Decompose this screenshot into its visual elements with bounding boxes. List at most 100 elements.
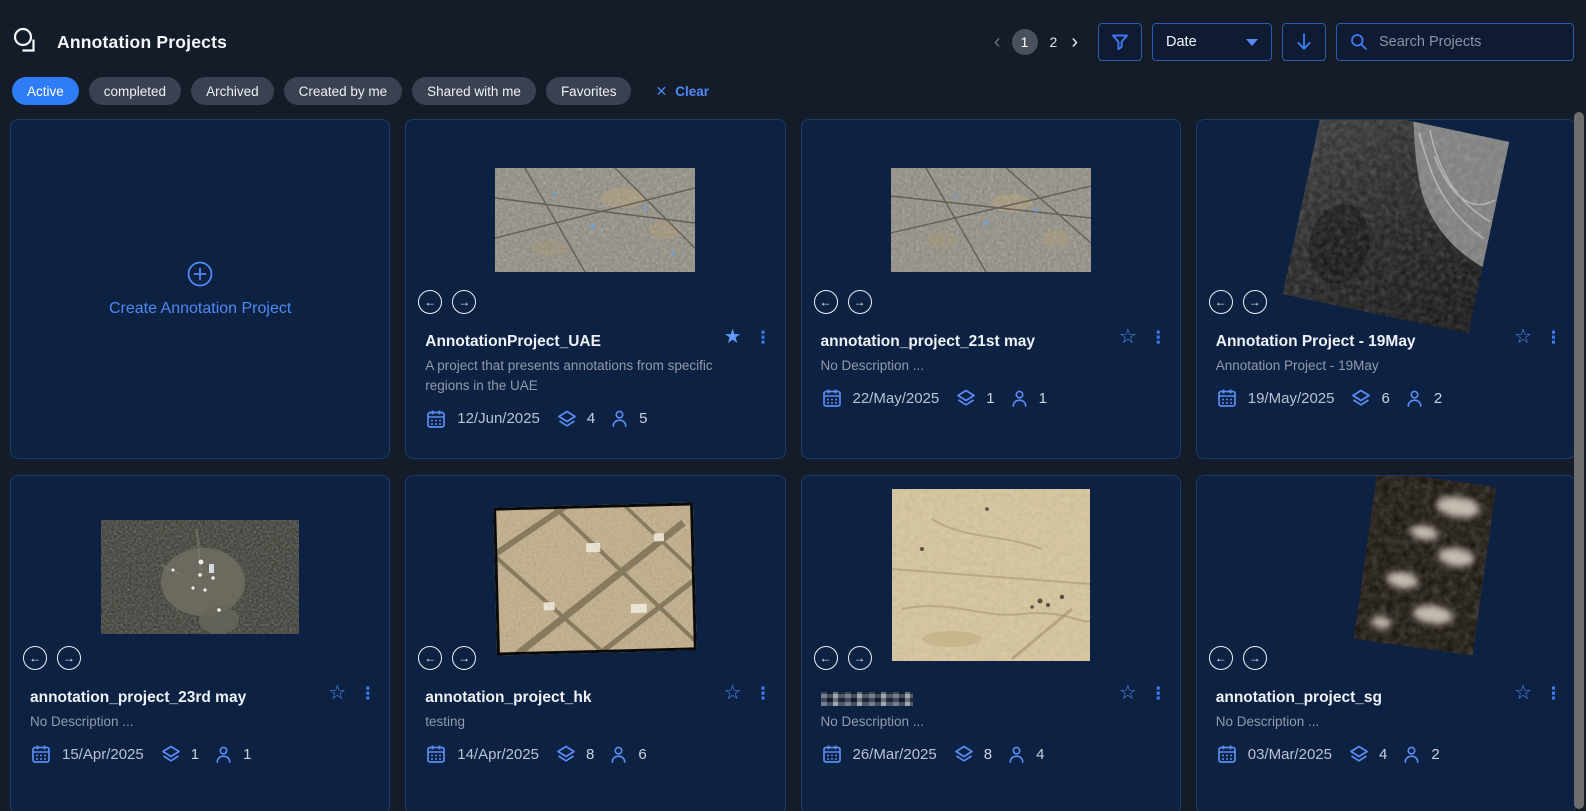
prev-image-button[interactable]: ←: [1209, 646, 1233, 670]
thumbnail-nav: ← →: [418, 646, 476, 670]
user-icon: [1009, 388, 1030, 409]
next-image-button[interactable]: →: [452, 290, 476, 314]
project-meta: 15/Apr/2025 1 1: [30, 743, 375, 765]
prev-image-button[interactable]: ←: [814, 646, 838, 670]
layers-icon: [953, 743, 975, 765]
scrollbar-track: [1572, 110, 1586, 811]
projects-grid: Create Annotation Project ← → ★ ⋮ Annota…: [0, 119, 1586, 811]
card-body: AnnotationProject_UAE A project that pre…: [425, 333, 770, 430]
layers-icon: [556, 408, 578, 430]
user-count: 1: [243, 746, 251, 763]
prev-image-button[interactable]: ←: [814, 290, 838, 314]
layer-count: 1: [986, 390, 994, 407]
project-description: A project that presents annotations from…: [425, 356, 735, 397]
project-meta: 14/Apr/2025 8 6: [425, 743, 770, 765]
project-description: testing: [425, 712, 735, 732]
project-card[interactable]: ← → ☆ ⋮ annotation_project_21st may No D…: [801, 119, 1181, 459]
calendar-icon: [821, 743, 843, 765]
project-date: 14/Apr/2025: [457, 746, 539, 763]
clear-filters-label: Clear: [675, 84, 709, 99]
filter-chip-bar: Active completed Archived Created by me …: [0, 77, 1586, 105]
project-title: annotation_project_21st may: [821, 333, 1121, 351]
sort-by-value: Date: [1166, 34, 1197, 50]
search-input[interactable]: [1379, 34, 1549, 50]
next-image-button[interactable]: →: [1243, 290, 1267, 314]
calendar-icon: [425, 408, 447, 430]
filter-button[interactable]: [1098, 23, 1142, 61]
next-image-button[interactable]: →: [848, 290, 872, 314]
chip-favorites[interactable]: Favorites: [546, 77, 632, 105]
chip-shared-with-me[interactable]: Shared with me: [412, 77, 536, 105]
project-title-redacted: [821, 692, 913, 706]
project-title: annotation_project_23rd may: [30, 689, 330, 707]
project-description: Annotation Project - 19May: [1216, 356, 1526, 376]
pagination-page-2[interactable]: 2: [1047, 34, 1061, 50]
project-thumbnail: [1354, 475, 1496, 656]
prev-image-button[interactable]: ←: [23, 646, 47, 670]
scrollbar-thumb[interactable]: [1574, 112, 1584, 809]
project-card[interactable]: ← → ☆ ⋮ No Description ... 26/Mar/2025: [801, 475, 1181, 811]
project-card[interactable]: ← → ★ ⋮ AnnotationProject_UAE A project …: [405, 119, 785, 459]
card-body: annotation_project_21st may No Descripti…: [821, 333, 1166, 409]
project-thumbnail: [1282, 119, 1509, 334]
calendar-icon: [1216, 743, 1238, 765]
arrow-down-icon: [1293, 31, 1315, 53]
clear-filters-button[interactable]: ✕ Clear: [655, 83, 709, 100]
annotation-projects-logo-icon: [12, 27, 45, 58]
calendar-icon: [30, 743, 52, 765]
project-thumbnail: [101, 520, 299, 634]
chip-created-by-me[interactable]: Created by me: [284, 77, 403, 105]
chevron-down-icon: [1246, 39, 1258, 46]
user-icon: [1404, 388, 1425, 409]
project-card[interactable]: ← → ☆ ⋮ annotation_project_23rd may No D…: [10, 475, 390, 811]
create-annotation-project-label: Create Annotation Project: [109, 300, 291, 318]
chip-completed[interactable]: completed: [89, 77, 181, 105]
card-body: annotation_project_hk testing 14/Apr/202…: [425, 689, 770, 765]
project-date: 03/Mar/2025: [1248, 746, 1332, 763]
sort-by-dropdown[interactable]: Date: [1152, 23, 1272, 61]
project-meta: 03/Mar/2025 4 2: [1216, 743, 1561, 765]
next-image-button[interactable]: →: [452, 646, 476, 670]
project-card[interactable]: ← → ☆ ⋮ Annotation Project - 19May Annot…: [1196, 119, 1576, 459]
layers-icon: [1348, 743, 1370, 765]
layer-count: 1: [191, 746, 199, 763]
pagination-page-1[interactable]: 1: [1012, 29, 1038, 55]
project-date: 22/May/2025: [853, 390, 940, 407]
chip-archived[interactable]: Archived: [191, 77, 274, 105]
project-meta: 12/Jun/2025 4 5: [425, 408, 770, 430]
thumbnail-nav: ← →: [23, 646, 81, 670]
sort-direction-button[interactable]: [1282, 23, 1326, 61]
create-annotation-project-card[interactable]: Create Annotation Project: [10, 119, 390, 459]
project-card[interactable]: ← → ☆ ⋮ annotation_project_hk testing 14…: [405, 475, 785, 811]
layers-icon: [555, 743, 577, 765]
project-thumbnail: [495, 168, 695, 272]
pagination-next-icon[interactable]: ›: [1069, 32, 1080, 52]
layer-count: 8: [586, 746, 594, 763]
layer-count: 4: [1379, 746, 1387, 763]
next-image-button[interactable]: →: [1243, 646, 1267, 670]
calendar-icon: [821, 387, 843, 409]
layer-count: 8: [984, 746, 992, 763]
thumbnail-nav: ← →: [1209, 646, 1267, 670]
user-count: 5: [639, 410, 647, 427]
project-date: 26/Mar/2025: [853, 746, 937, 763]
search-field[interactable]: [1336, 23, 1574, 61]
close-icon: ✕: [655, 83, 667, 100]
project-title: Annotation Project - 19May: [1216, 333, 1516, 351]
prev-image-button[interactable]: ←: [1209, 290, 1233, 314]
user-icon: [1006, 744, 1027, 765]
next-image-button[interactable]: →: [848, 646, 872, 670]
prev-image-button[interactable]: ←: [418, 646, 442, 670]
prev-image-button[interactable]: ←: [418, 290, 442, 314]
project-meta: 19/May/2025 6 2: [1216, 387, 1561, 409]
pagination-prev-icon[interactable]: ‹: [992, 32, 1003, 52]
card-body: annotation_project_sg No Description ...…: [1216, 689, 1561, 765]
next-image-button[interactable]: →: [57, 646, 81, 670]
project-title: annotation_project_sg: [1216, 689, 1516, 707]
chip-active[interactable]: Active: [12, 77, 79, 105]
card-body: No Description ... 26/Mar/2025 8: [821, 689, 1166, 765]
project-title: AnnotationProject_UAE: [425, 333, 725, 351]
user-count: 1: [1039, 390, 1047, 407]
project-card[interactable]: ← → ☆ ⋮ annotation_project_sg No Descrip…: [1196, 475, 1576, 811]
project-date: 15/Apr/2025: [62, 746, 144, 763]
